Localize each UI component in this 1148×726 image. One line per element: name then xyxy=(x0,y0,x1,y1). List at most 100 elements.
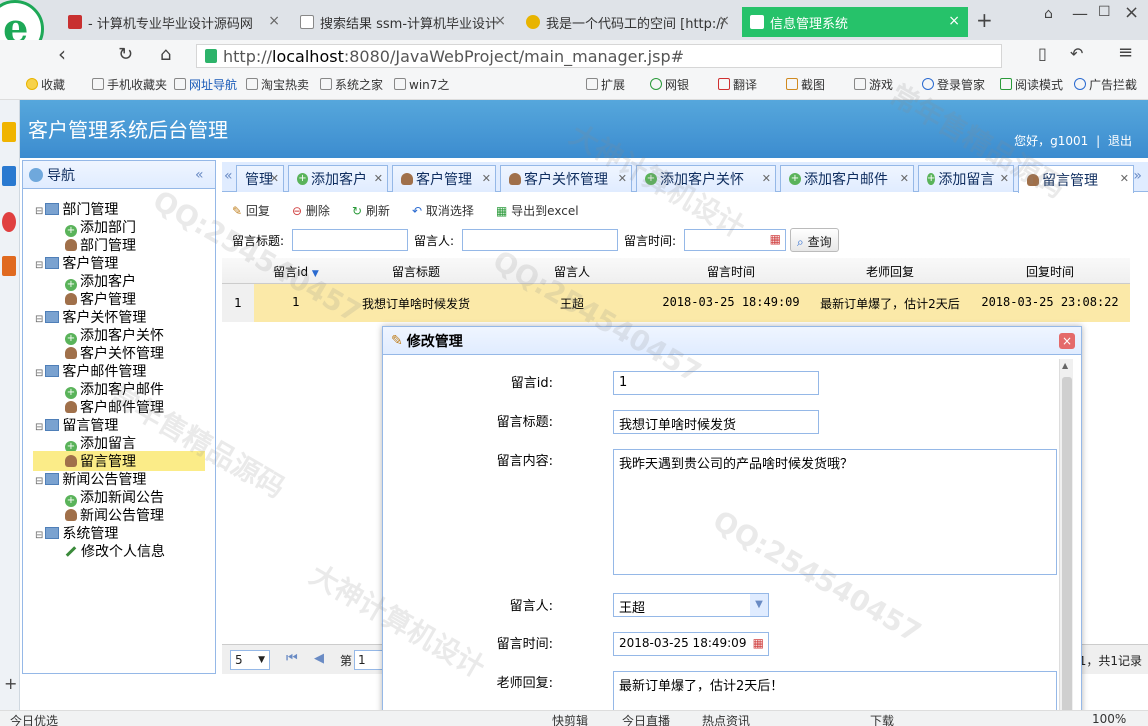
nav-item[interactable]: 留言管理 xyxy=(33,451,205,471)
unselect-button[interactable]: ↶ 取消选择 xyxy=(412,202,474,219)
message-content-textarea[interactable]: 我昨天遇到贵公司的产品啥时候发货哦？ xyxy=(613,449,1057,575)
column-header-time[interactable]: 留言时间 xyxy=(652,263,810,280)
nav-item[interactable]: + 添加客户关怀 xyxy=(65,325,164,345)
content-tab[interactable]: 客户关怀管理 ✕ xyxy=(500,165,632,192)
nav-group[interactable]: ⊟ 新闻公告管理 xyxy=(35,469,146,489)
bookmark-item[interactable]: 网银 xyxy=(650,76,689,93)
content-tab[interactable]: 管理 ✕ xyxy=(236,165,284,192)
close-icon[interactable]: ✕ xyxy=(482,172,491,185)
close-icon[interactable]: × xyxy=(948,13,960,29)
tree-toggle-icon[interactable]: ⊟ xyxy=(35,314,43,325)
bookmark-item[interactable]: 手机收藏夹 xyxy=(92,76,167,93)
browser-tab-1[interactable]: - 计算机专业毕业设计源码网 × xyxy=(60,7,288,37)
status-item[interactable]: 快剪辑 xyxy=(552,712,588,726)
close-icon[interactable]: ✕ xyxy=(270,172,279,185)
nav-group[interactable]: ⊟ 部门管理 xyxy=(35,199,118,219)
minimize-icon[interactable]: — xyxy=(1072,4,1088,23)
back-icon[interactable]: ‹ xyxy=(58,42,66,66)
close-icon[interactable]: ✕ xyxy=(618,172,627,185)
bookmark-item[interactable]: 收藏 xyxy=(26,76,65,93)
column-header-title[interactable]: 留言标题 xyxy=(338,263,494,280)
refresh-icon[interactable]: ↻ xyxy=(118,44,133,65)
nav-item[interactable]: 新闻公告管理 xyxy=(65,505,164,525)
bookmark-item[interactable]: win7之 xyxy=(394,76,449,93)
nav-item[interactable]: 客户管理 xyxy=(65,289,136,309)
column-header-reply-time[interactable]: 回复时间 xyxy=(970,263,1130,280)
bookmark-item[interactable]: 系统之家 xyxy=(320,76,383,93)
bookmark-item[interactable]: 网址导航 xyxy=(174,76,237,93)
message-title-input[interactable]: 我想订单啥时候发货 xyxy=(613,410,819,434)
collapse-icon[interactable]: « xyxy=(195,167,204,183)
prev-page-icon[interactable]: ◀ xyxy=(314,651,324,666)
nav-group[interactable]: ⊟ 客户关怀管理 xyxy=(35,307,146,327)
status-left[interactable]: 今日优选 xyxy=(10,712,58,726)
bookmark-item[interactable]: 广告拦截 xyxy=(1074,76,1137,93)
dialog-scrollbar[interactable]: ▲ xyxy=(1059,359,1073,726)
reply-button[interactable]: ✎ 回复 xyxy=(232,202,270,219)
bookmark-item[interactable]: 登录管家 xyxy=(922,76,985,93)
column-header-reply[interactable]: 老师回复 xyxy=(810,263,970,280)
new-tab-button[interactable]: + xyxy=(976,8,993,32)
search-title-input[interactable] xyxy=(292,229,408,251)
close-icon[interactable]: ✕ xyxy=(1120,172,1129,185)
content-tab[interactable]: + 添加客户关怀 ✕ xyxy=(636,165,776,192)
bookmark-item[interactable]: 阅读模式 xyxy=(1000,76,1063,93)
table-row[interactable]: 1 1 我想订单啥时候发货 王超 2018-03-25 18:49:09 最新订… xyxy=(222,284,1130,322)
skin-icon[interactable]: ⌂ xyxy=(1044,6,1053,22)
bookmark-item[interactable]: 扩展 xyxy=(586,76,625,93)
content-tab[interactable]: + 添加客户 ✕ xyxy=(288,165,388,192)
nav-item[interactable]: 部门管理 xyxy=(65,235,136,255)
status-item[interactable]: 今日直播 xyxy=(622,712,670,726)
close-icon[interactable]: × xyxy=(494,13,506,29)
logout-link[interactable]: 退出 xyxy=(1108,134,1132,148)
message-time-input[interactable]: 2018-03-25 18:49:09 ▦ xyxy=(613,632,769,656)
scroll-right-icon[interactable]: » xyxy=(1133,168,1142,184)
maximize-icon[interactable]: ☐ xyxy=(1098,4,1111,20)
message-id-input[interactable]: 1 xyxy=(613,371,819,395)
add-icon[interactable]: + xyxy=(4,674,17,693)
tree-toggle-icon[interactable]: ⊟ xyxy=(35,530,43,541)
undo-icon[interactable]: ↶ xyxy=(1070,44,1083,63)
dialog-close-button[interactable]: × xyxy=(1059,333,1075,349)
chevron-down-icon[interactable]: ▼ xyxy=(750,594,768,616)
tree-toggle-icon[interactable]: ⊟ xyxy=(35,260,43,271)
sidebar-icon[interactable] xyxy=(2,122,16,142)
bookmark-item[interactable]: 淘宝热卖 xyxy=(246,76,309,93)
content-tab[interactable]: 客户管理 ✕ xyxy=(392,165,496,192)
calendar-icon[interactable]: ▦ xyxy=(770,232,781,246)
content-tab[interactable]: 留言管理 ✕ xyxy=(1018,165,1134,193)
close-icon[interactable]: ✕ xyxy=(762,172,771,185)
bookmark-item[interactable]: 游戏 xyxy=(854,76,893,93)
weibo-icon[interactable] xyxy=(2,212,16,232)
page-size-select[interactable]: 5 ▼ xyxy=(230,650,270,670)
nav-item[interactable]: + 添加新闻公告 xyxy=(65,487,164,507)
sidebar-icon[interactable] xyxy=(2,256,16,276)
window-close-icon[interactable]: × xyxy=(1124,2,1139,23)
export-excel-button[interactable]: ▦ 导出到excel xyxy=(496,202,579,219)
content-tab[interactable]: + 添加客户邮件 ✕ xyxy=(780,165,914,192)
nav-item[interactable]: + 添加部门 xyxy=(65,217,136,237)
tree-toggle-icon[interactable]: ⊟ xyxy=(35,476,43,487)
close-icon[interactable]: ✕ xyxy=(900,172,909,185)
sidebar-icon[interactable] xyxy=(2,166,16,186)
calendar-icon[interactable]: ▦ xyxy=(753,636,764,650)
scrollbar-thumb[interactable] xyxy=(1062,377,1072,726)
zoom-level[interactable]: 100% xyxy=(1092,712,1126,726)
tree-toggle-icon[interactable]: ⊟ xyxy=(35,206,43,217)
home-icon[interactable]: ⌂ xyxy=(160,44,171,65)
browser-tab-2[interactable]: 搜索结果 ssm-计算机毕业设计 × xyxy=(292,7,514,37)
status-item[interactable]: 下载 xyxy=(870,712,894,726)
phone-icon[interactable]: ▯ xyxy=(1038,44,1047,63)
close-icon[interactable]: × xyxy=(718,13,730,29)
page-number-input[interactable]: 1 xyxy=(354,650,384,670)
status-item[interactable]: 热点资讯 xyxy=(702,712,750,726)
scroll-left-icon[interactable]: « xyxy=(224,168,233,184)
close-icon[interactable]: × xyxy=(268,13,280,29)
nav-item[interactable]: 客户关怀管理 xyxy=(65,343,164,363)
browser-tab-3[interactable]: 我是一个代码工的空间 [http://× xyxy=(518,7,738,37)
tree-toggle-icon[interactable]: ⊟ xyxy=(35,422,43,433)
nav-item[interactable]: + 添加客户邮件 xyxy=(65,379,164,399)
nav-item[interactable]: + 添加留言 xyxy=(65,433,136,453)
search-button[interactable]: ⌕ 查询 xyxy=(790,228,839,252)
nav-item[interactable]: 客户邮件管理 xyxy=(65,397,164,417)
